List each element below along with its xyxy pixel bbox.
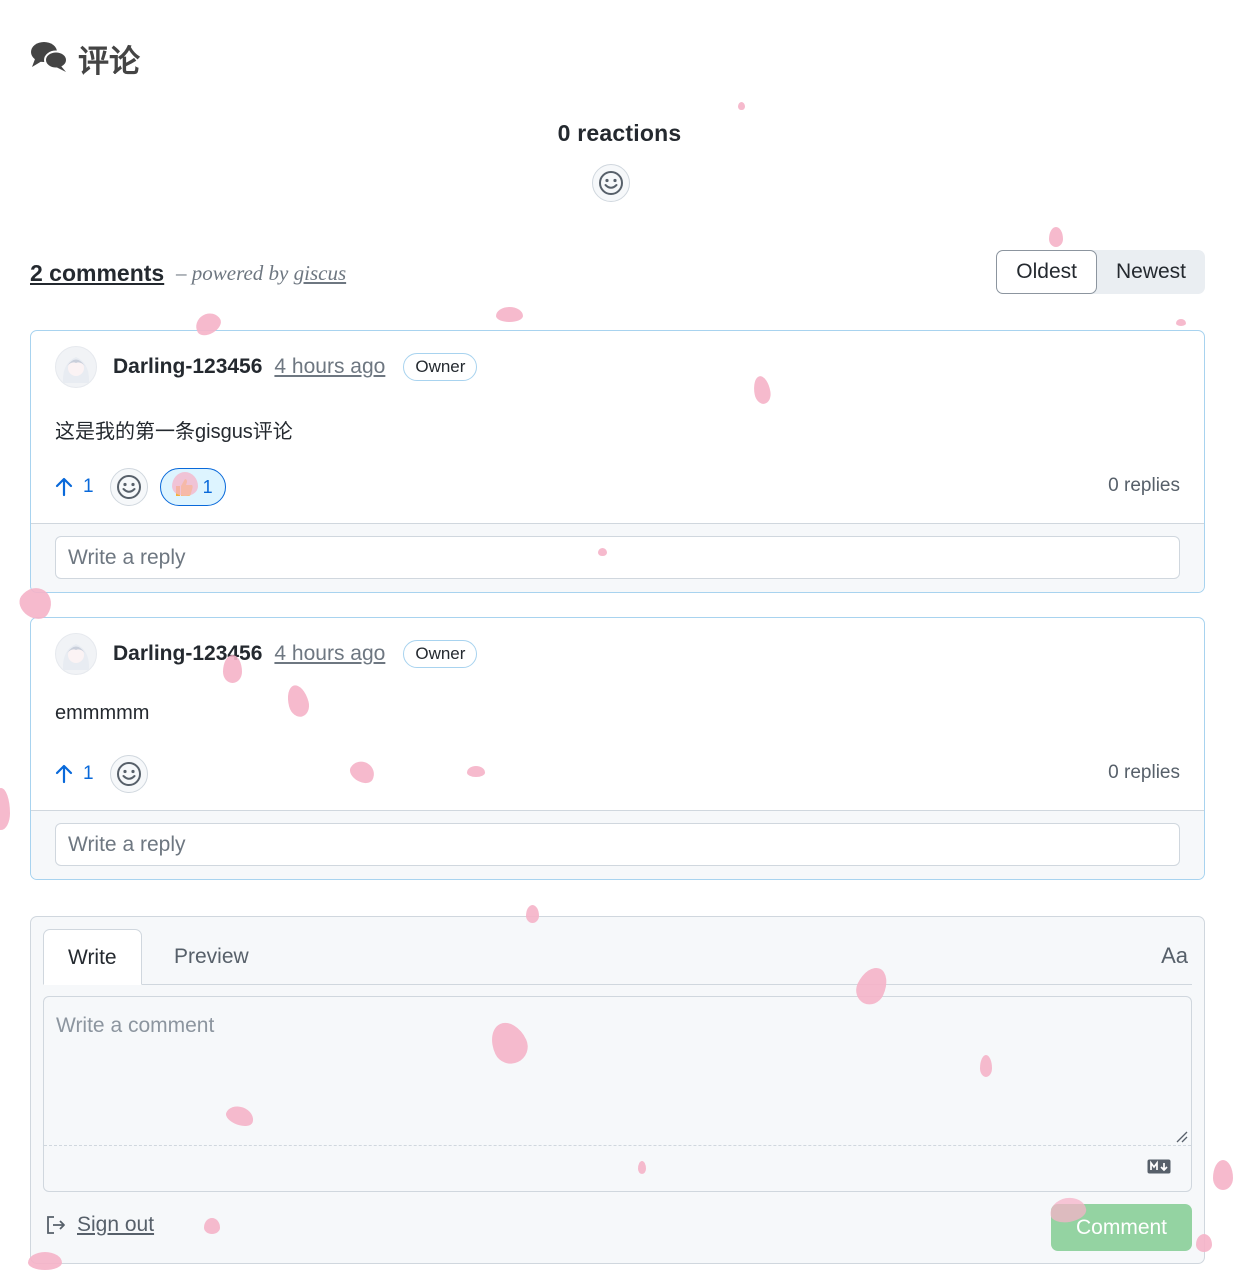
comment-header: Darling-123456 4 hours ago Owner xyxy=(55,632,478,676)
comment-submit-button[interactable]: Comment xyxy=(1051,1204,1192,1251)
reactions-count: 0 reactions xyxy=(557,120,682,146)
petal-decoration xyxy=(738,102,745,110)
comment-actions: 1 1 xyxy=(55,467,226,507)
editor-tabs: Write Preview Aa xyxy=(43,929,1192,985)
petal-decoration xyxy=(0,788,10,830)
sign-out-icon xyxy=(47,1216,65,1234)
comments-heading: 评论 xyxy=(30,36,140,81)
tab-preview[interactable]: Preview xyxy=(150,929,273,984)
upvote-button[interactable]: 1 xyxy=(55,476,94,498)
tab-write[interactable]: Write xyxy=(43,929,142,985)
section-title: 评论 xyxy=(78,44,140,80)
comment-author[interactable]: Darling-123456 xyxy=(113,355,262,379)
textarea-divider xyxy=(44,1145,1191,1146)
upvote-button[interactable]: 1 xyxy=(55,763,94,785)
comment-textarea[interactable]: Write a comment xyxy=(43,996,1192,1192)
comment-header: Darling-123456 4 hours ago Owner xyxy=(55,345,478,389)
replies-count: 0 replies xyxy=(1108,475,1180,496)
reply-footer: Write a reply xyxy=(31,810,1204,879)
avatar[interactable] xyxy=(55,633,97,675)
sign-out-link[interactable]: Sign out xyxy=(45,1213,154,1237)
upvote-count: 1 xyxy=(83,763,94,784)
sign-out-label: Sign out xyxy=(77,1213,155,1236)
avatar[interactable] xyxy=(55,346,97,388)
owner-badge: Owner xyxy=(403,353,478,381)
thumbs-up-icon xyxy=(175,479,193,496)
comment-timestamp[interactable]: 4 hours ago xyxy=(274,642,385,666)
reply-input[interactable]: Write a reply xyxy=(55,823,1180,866)
sort-newest-button[interactable]: Newest xyxy=(1097,250,1205,294)
comment-timestamp[interactable]: 4 hours ago xyxy=(274,355,385,379)
petal-decoration xyxy=(1176,319,1186,326)
petal-decoration xyxy=(1049,227,1063,247)
comment-editor: Write Preview Aa Write a comment Sign ou… xyxy=(30,916,1205,1264)
replies-count: 0 replies xyxy=(1108,762,1180,783)
petal-decoration xyxy=(496,307,523,322)
add-reaction-button[interactable] xyxy=(109,468,148,506)
comment-card: Darling-123456 4 hours ago Owner 这是我的第一条… xyxy=(30,330,1205,593)
add-reaction-button[interactable] xyxy=(592,164,630,202)
smiley-icon xyxy=(116,762,141,786)
reply-input[interactable]: Write a reply xyxy=(55,536,1180,579)
smiley-icon xyxy=(599,171,623,195)
resize-handle-icon[interactable] xyxy=(1176,1131,1188,1143)
comment-body: emmmmm xyxy=(55,702,150,724)
comments-icon xyxy=(30,39,68,78)
upvote-count: 1 xyxy=(83,476,94,497)
reaction-count: 1 xyxy=(202,476,213,497)
comment-actions: 1 xyxy=(55,754,148,794)
comment-card: Darling-123456 4 hours ago Owner emmmmm … xyxy=(30,617,1205,880)
add-reaction-button[interactable] xyxy=(109,755,148,793)
arrow-up-icon xyxy=(55,764,73,784)
reactions-summary: 0 reactions xyxy=(0,120,1239,202)
powered-prefix: – powered by xyxy=(176,261,289,285)
smiley-icon xyxy=(116,475,141,499)
font-toggle-button[interactable]: Aa xyxy=(1161,943,1188,969)
reply-footer: Write a reply xyxy=(31,523,1204,592)
markdown-icon xyxy=(1147,1159,1171,1174)
arrow-up-icon xyxy=(55,477,73,497)
owner-badge: Owner xyxy=(403,640,478,668)
powered-by: – powered by giscus xyxy=(176,261,346,286)
comment-placeholder: Write a comment xyxy=(56,1014,215,1037)
comment-author[interactable]: Darling-123456 xyxy=(113,642,262,666)
petal-decoration xyxy=(1213,1160,1233,1190)
reaction-pill[interactable]: 1 xyxy=(159,468,226,506)
sort-toggle: Oldest Newest xyxy=(996,250,1205,294)
sort-oldest-button[interactable]: Oldest xyxy=(996,250,1097,294)
comments-toolbar: 2 comments – powered by giscus Oldest Ne… xyxy=(30,250,1205,295)
giscus-link[interactable]: giscus xyxy=(294,261,347,285)
comment-body: 这是我的第一条gisgus评论 xyxy=(55,421,293,443)
comments-count-link[interactable]: 2 comments xyxy=(30,260,164,287)
